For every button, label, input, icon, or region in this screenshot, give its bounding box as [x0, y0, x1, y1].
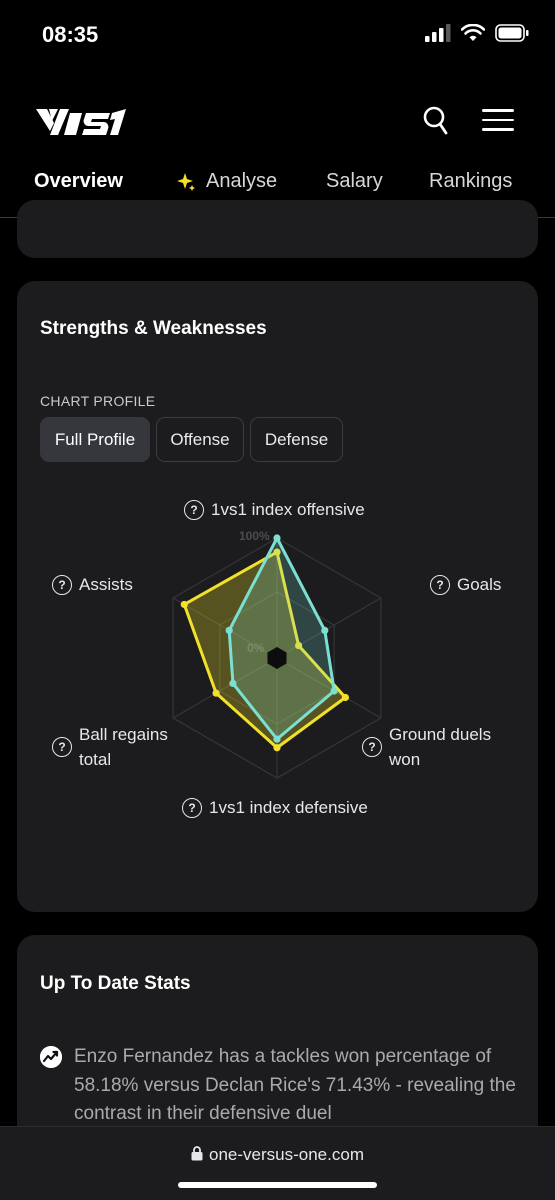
tab-rankings[interactable]: Rankings — [429, 170, 512, 193]
lock-icon — [191, 1146, 203, 1161]
help-icon[interactable]: ? — [362, 737, 382, 757]
hamburger-line-icon — [482, 118, 514, 121]
hamburger-line-icon — [482, 109, 514, 112]
app-logo[interactable] — [36, 107, 128, 137]
status-time: 08:35 — [42, 22, 99, 47]
axis-label-ground-duels: ? Ground duels won — [362, 722, 491, 772]
cellular-signal-icon — [425, 24, 451, 42]
browser-url-bar[interactable]: one-versus-one.com — [0, 1126, 555, 1200]
stat-item: Enzo Fernandez has a tackles won percent… — [40, 1043, 520, 1129]
help-icon[interactable]: ? — [182, 798, 202, 818]
tab-salary[interactable]: Salary — [326, 170, 383, 193]
help-icon[interactable]: ? — [52, 575, 72, 595]
radar-point — [212, 689, 220, 697]
radar-point — [330, 687, 338, 695]
app-header — [0, 95, 555, 155]
stats-title: Up To Date Stats — [40, 973, 191, 994]
tab-analyse-label: Analyse — [206, 170, 278, 192]
axis-label-assists: ? Assists — [52, 572, 133, 597]
menu-button[interactable] — [482, 109, 514, 133]
help-icon[interactable]: ? — [184, 500, 204, 520]
status-bar: 08:35 — [0, 0, 555, 70]
home-indicator — [178, 1182, 377, 1188]
radar-point — [273, 534, 281, 542]
battery-icon — [495, 24, 529, 42]
url-text: one-versus-one.com — [209, 1145, 364, 1164]
axis-label-offensive: ? 1vs1 index offensive — [184, 497, 365, 522]
hamburger-line-icon — [482, 128, 514, 131]
radar-point — [229, 679, 237, 688]
help-icon[interactable]: ? — [430, 575, 450, 595]
sparkle-icon — [177, 172, 195, 191]
previous-card — [17, 200, 538, 258]
search-icon — [423, 106, 448, 135]
wifi-icon — [461, 24, 485, 41]
trend-icon — [40, 1046, 62, 1068]
status-icons — [425, 24, 529, 42]
radar-point — [273, 735, 281, 743]
radar-point — [341, 693, 349, 702]
radar-point — [180, 600, 188, 609]
axis-label-ball-regains: ? Ball regains total — [52, 722, 168, 772]
radar-scale-max: 100% — [239, 529, 270, 543]
radar-point — [321, 626, 329, 634]
axis-label-defensive: ? 1vs1 index defensive — [182, 795, 368, 820]
stat-text: Enzo Fernandez has a tackles won percent… — [74, 1046, 516, 1124]
tab-overview[interactable]: Overview — [34, 170, 123, 193]
strengths-weaknesses-card: Strengths & Weaknesses CHART PROFILE Ful… — [17, 281, 538, 912]
radar-point — [273, 744, 281, 752]
radar-point — [225, 626, 233, 634]
help-icon[interactable]: ? — [52, 737, 72, 757]
search-button[interactable] — [420, 105, 452, 137]
tab-analyse[interactable]: Analyse — [176, 170, 277, 193]
url-display[interactable]: one-versus-one.com — [0, 1145, 555, 1165]
axis-label-goals: ? Goals — [430, 572, 501, 597]
